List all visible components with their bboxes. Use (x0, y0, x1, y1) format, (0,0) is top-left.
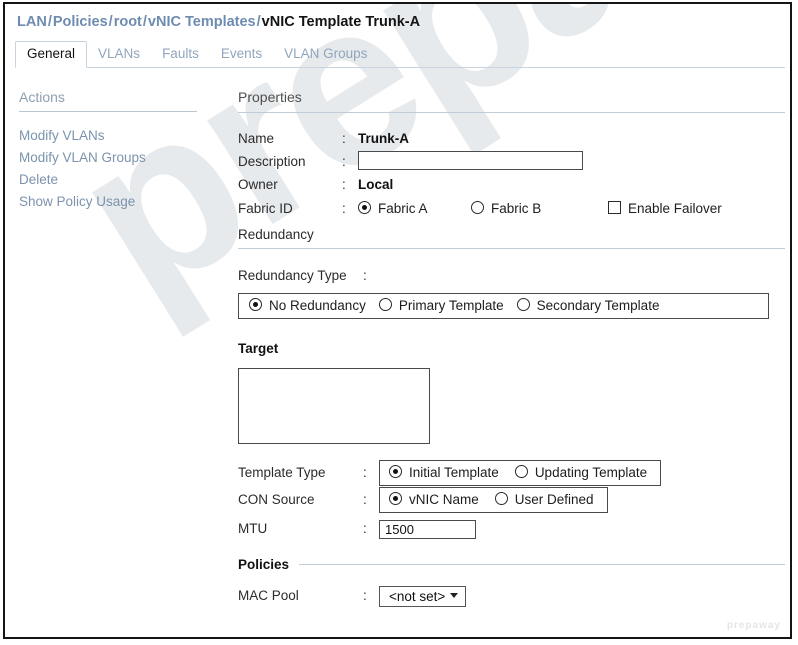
properties-pane: Properties Name: Trunk-A Description: Own… (238, 88, 785, 609)
breadcrumb-item-lan[interactable]: LAN (17, 14, 47, 30)
radio-no-redundancy-icon[interactable] (249, 298, 262, 312)
secondary-template-label: Secondary Template (536, 298, 660, 314)
target-list-box[interactable] (238, 368, 430, 445)
breadcrumb-current-page: vNIC Template Trunk-A (261, 14, 421, 30)
mtu-label: MTU (238, 521, 268, 537)
row-name: Name: Trunk-A (238, 127, 785, 150)
updating-template-label: Updating Template (534, 465, 648, 481)
name-colon: : (342, 131, 346, 146)
tab-faults[interactable]: Faults (151, 41, 210, 68)
enable-failover-option[interactable]: Enable Failover (608, 200, 726, 217)
redundancy-type-group: No Redundancy Primary Template Secondary T… (238, 293, 769, 320)
actions-divider (19, 111, 197, 112)
cdn-source-colon: : (363, 492, 367, 508)
tab-general[interactable]: General (15, 41, 88, 68)
redundancy-label: Redundancy (238, 227, 314, 242)
checkbox-enable-failover-icon[interactable] (608, 201, 621, 215)
fabric-a-label: Fabric A (378, 201, 428, 217)
breadcrumb: LAN/Policies/root/vNIC Templates/vNIC Te… (17, 12, 420, 32)
breadcrumb-item-policies[interactable]: Policies (53, 14, 108, 30)
option-secondary-template[interactable]: Secondary Template (516, 297, 664, 314)
tab-vlan-groups[interactable]: VLAN Groups (273, 41, 378, 68)
actions-title: Actions (19, 89, 65, 105)
option-initial-template[interactable]: Initial Template (389, 464, 515, 481)
cdn-source-label: CON Source (238, 492, 315, 508)
template-type-group: Initial Template Updating Template (379, 459, 662, 487)
enable-failover-label: Enable Failover (628, 201, 722, 217)
action-modify-vlan-groups[interactable]: Modify VLAN Groups (19, 147, 219, 169)
fabric-id-label: Fabric ID (238, 201, 293, 216)
fabric-b-label: Fabric B (491, 201, 542, 217)
mac-pool-value: <not set> (389, 588, 446, 604)
policies-divider (299, 564, 785, 566)
description-label: Description (238, 154, 306, 169)
mtu-colon: : (363, 521, 367, 537)
fabric-id-colon: : (342, 201, 346, 216)
option-primary-template[interactable]: Primary Template (378, 297, 517, 314)
template-type-label: Template Type (238, 465, 326, 481)
mac-pool-colon: : (363, 588, 367, 604)
primary-template-label: Primary Template (398, 298, 504, 314)
user-defined-label: User Defined (514, 492, 594, 508)
action-show-policy-usage[interactable]: Show Policy Usage (19, 191, 219, 213)
radio-primary-template-icon[interactable] (378, 298, 392, 312)
action-modify-vlans[interactable]: Modify VLANs (19, 125, 219, 147)
policies-title: Policies (238, 557, 290, 573)
fabric-b-option[interactable]: Fabric B (471, 196, 608, 221)
row-mtu: MTU: (238, 514, 785, 544)
mac-pool-label: MAC Pool (238, 588, 299, 604)
no-redundancy-label: No Redundancy (269, 298, 366, 314)
row-redundancy-heading: Redundancy (238, 221, 785, 248)
option-updating-template[interactable]: Updating Template (514, 464, 651, 481)
name-label: Name (238, 131, 275, 146)
radio-initial-template-icon[interactable] (389, 465, 402, 479)
fabric-a-option[interactable]: Fabric A (358, 196, 471, 221)
radio-fabric-b-icon[interactable] (471, 201, 484, 215)
breadcrumb-item-vnic-templates[interactable]: vNIC Templates (148, 14, 256, 30)
action-delete[interactable]: Delete (19, 169, 219, 191)
radio-secondary-template-icon[interactable] (516, 298, 530, 312)
mtu-input[interactable] (379, 519, 476, 539)
row-template-type: Template Type: Initial Template Updating T… (238, 459, 785, 487)
owner-value: Local (358, 177, 394, 192)
template-type-colon: : (363, 465, 367, 481)
row-mac-pool: MAC Pool: <not set> (238, 583, 785, 609)
radio-user-defined-icon[interactable] (494, 492, 508, 506)
initial-template-label: Initial Template (409, 465, 499, 481)
description-input[interactable] (358, 151, 583, 171)
row-description: Description: (238, 150, 785, 173)
option-no-redundancy[interactable]: No Redundancy (249, 297, 379, 314)
chevron-down-icon[interactable] (450, 593, 459, 599)
owner-colon: : (342, 177, 346, 192)
owner-label: Owner (238, 177, 278, 192)
row-fabric-id: Fabric ID: Fabric A Fabric B Enable Failove… (238, 196, 785, 221)
description-colon: : (342, 154, 346, 169)
name-value: Trunk-A (358, 131, 410, 146)
radio-vnic-name-icon[interactable] (389, 492, 402, 506)
row-redundancy-type: Redundancy Type: (238, 264, 785, 287)
tab-events[interactable]: Events (210, 41, 273, 68)
tab-bar: General VLANs Faults Events VLAN Groups (15, 41, 785, 68)
vnic-template-window: prepaway prepaway LAN/Policies/root/vNIC… (3, 2, 792, 639)
tab-vlans[interactable]: VLANs (87, 41, 151, 68)
breadcrumb-item-root[interactable]: root (114, 14, 142, 30)
mac-pool-dropdown[interactable]: <not set> (379, 585, 467, 607)
properties-title: Properties (238, 89, 302, 105)
radio-updating-template-icon[interactable] (514, 465, 528, 479)
radio-fabric-a-icon[interactable] (358, 201, 371, 215)
actions-panel: Actions Modify VLANs Modify VLAN Groups … (19, 88, 219, 213)
option-vnic-name[interactable]: vNIC Name (389, 491, 495, 508)
redundancy-type-label: Redundancy Type (238, 268, 347, 283)
row-owner: Owner: Local (238, 173, 785, 196)
vnic-name-label: vNIC Name (409, 492, 479, 508)
cdn-source-group: vNIC Name User Defined (379, 486, 608, 514)
policies-section-header: Policies (238, 557, 785, 572)
option-user-defined[interactable]: User Defined (494, 491, 598, 508)
row-cdn-source: CON Source: vNIC Name User Defined (238, 486, 785, 514)
redundancy-type-colon: : (363, 268, 367, 283)
target-title: Target (238, 341, 279, 357)
window-content: LAN/Policies/root/vNIC Templates/vNIC Te… (5, 4, 790, 637)
